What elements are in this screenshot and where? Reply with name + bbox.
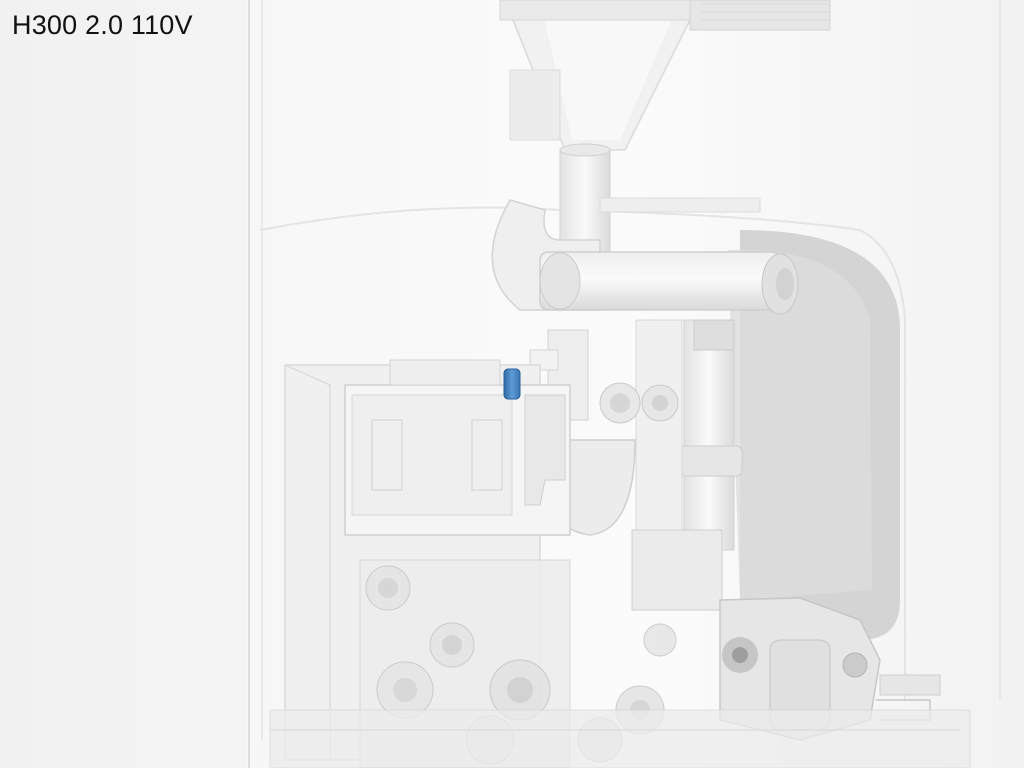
viewport: H300 2.0 110V [0, 0, 1024, 768]
drain-pipe [683, 319, 735, 551]
base-plate [269, 709, 971, 768]
blue-seal-ring [503, 368, 521, 400]
model-title: H300 2.0 110V [12, 10, 193, 40]
machine-render [246, 0, 1024, 768]
